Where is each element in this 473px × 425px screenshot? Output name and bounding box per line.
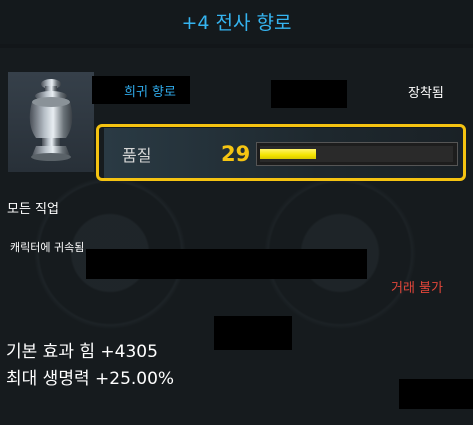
class-restriction: 모든 직업 (7, 202, 59, 217)
equipped-label: 장착됨 (408, 86, 444, 101)
binding-label: 캐릭터에 귀속됨 (10, 241, 85, 254)
redacted-block (399, 379, 473, 409)
quality-highlight-frame (96, 124, 466, 181)
incense-burner-icon (29, 79, 73, 161)
base-effect-stat: 기본 효과 힘 +4305 (6, 342, 158, 362)
item-icon-frame (8, 72, 94, 172)
redacted-block (86, 249, 367, 279)
redacted-block (214, 316, 292, 350)
item-title: +4 전사 향로 (181, 12, 292, 34)
redacted-block (271, 80, 347, 108)
max-hp-stat: 최대 생명력 +25.00% (6, 369, 175, 389)
item-grade: 희귀 향로 (124, 85, 176, 100)
trade-status: 거래 불가 (391, 281, 443, 296)
tooltip-header: +4 전사 향로 (0, 0, 473, 44)
